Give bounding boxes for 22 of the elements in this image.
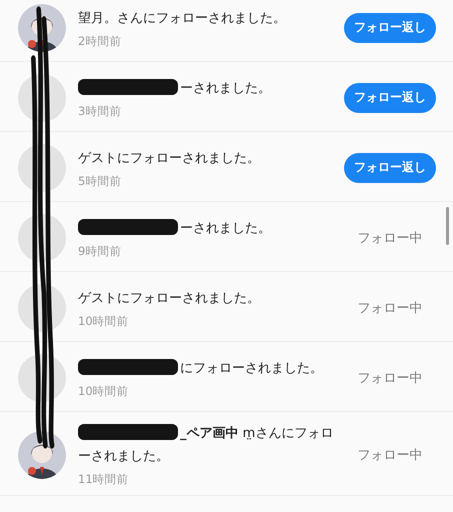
notification-text: 望月。さんにフォローされました。: [78, 10, 286, 26]
timestamp: 11時間前: [78, 472, 130, 487]
following-button[interactable]: フォロー中: [344, 440, 436, 470]
follow-back-button[interactable]: フォロー返し: [344, 152, 436, 182]
notification-text: ーされました。: [180, 220, 271, 236]
timestamp: 2時間前: [78, 34, 122, 48]
following-button[interactable]: フォロー中: [344, 222, 436, 252]
follow-back-button[interactable]: フォロー返し: [344, 82, 436, 112]
notification-text: ーされました。: [180, 80, 271, 96]
notification-text: ゲストにフォローされました。: [78, 150, 260, 166]
notification-text: _ペア画中 m̤さんにフォローされました。: [78, 426, 334, 464]
follow-back-button[interactable]: フォロー返し: [344, 12, 436, 42]
notification-text: にフォローされました。: [180, 360, 323, 376]
timestamp: 5時間前: [78, 174, 122, 188]
timestamp: 3時間前: [78, 104, 122, 118]
following-button[interactable]: フォロー中: [344, 292, 436, 322]
notification-text: ゲストにフォローされました。: [78, 290, 260, 306]
following-button[interactable]: フォロー中: [344, 362, 436, 392]
timestamp: 9時間前: [78, 244, 122, 258]
timestamp: 10時間前: [78, 384, 130, 398]
scroll-indicator: [446, 207, 449, 245]
timestamp: 10時間前: [78, 314, 130, 328]
